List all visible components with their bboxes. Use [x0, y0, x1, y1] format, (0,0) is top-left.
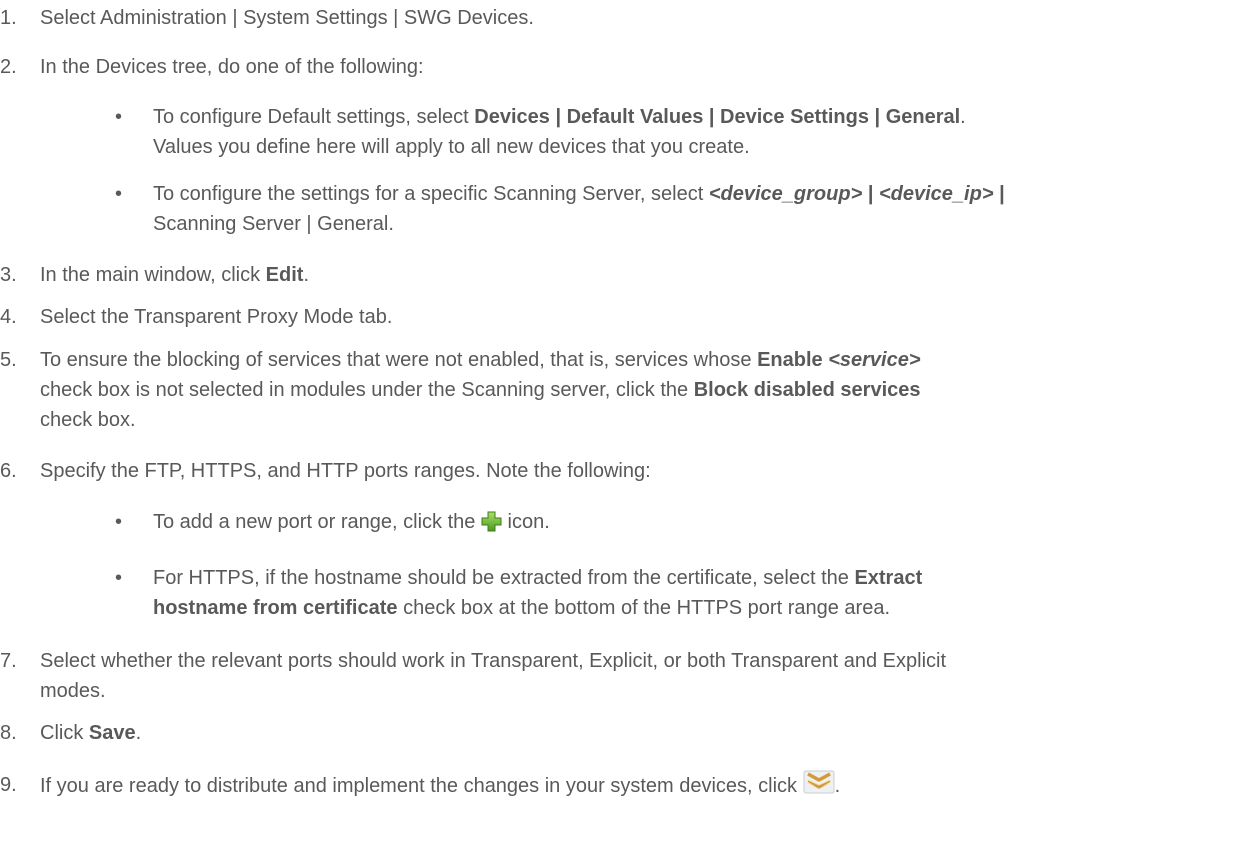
step-number: 8.: [0, 722, 17, 744]
step-text: Select the Transparent Proxy Mode tab.: [40, 306, 393, 328]
bullet-text: For HTTPS, if the hostname should be ext…: [153, 567, 923, 619]
step-number: 2.: [0, 56, 17, 78]
step-4: 4. Select the Transparent Proxy Mode tab…: [0, 302, 1240, 332]
step-8: 8. Click Save.: [0, 718, 1240, 748]
step-2: 2. In the Devices tree, do one of the fo…: [0, 52, 1240, 82]
step-text: Specify the FTP, HTTPS, and HTTP ports r…: [40, 460, 651, 482]
step-1: 1. Select Administration | System Settin…: [0, 3, 1240, 33]
bullet-text: To add a new port or range, click the ic…: [153, 507, 1240, 541]
step-number: 7.: [0, 650, 17, 672]
step-3: 3. In the main window, click Edit.: [0, 260, 1240, 290]
bullet-dot: •: [115, 511, 123, 533]
step-2-bullet-1: • To configure Default settings, select …: [115, 102, 1240, 162]
step-text: In the main window, click Edit.: [40, 264, 309, 286]
step-text: In the Devices tree, do one of the follo…: [40, 56, 424, 78]
bullet-text: To configure Default settings, select De…: [153, 106, 966, 158]
distribute-chevrons-icon: [803, 770, 835, 803]
bullet-dot: •: [115, 183, 123, 205]
step-text: To ensure the blocking of services that …: [40, 349, 921, 431]
step-number: 5.: [0, 349, 17, 371]
step-6-bullet-2: • For HTTPS, if the hostname should be e…: [115, 563, 1240, 623]
bullet-dot: •: [115, 106, 123, 128]
bullet-text: To configure the settings for a specific…: [153, 183, 1005, 235]
procedure-document: 1. Select Administration | System Settin…: [0, 0, 1250, 846]
step-6: 6. Specify the FTP, HTTPS, and HTTP port…: [0, 456, 1240, 486]
step-9: 9. If you are ready to distribute and im…: [0, 770, 1240, 803]
step-number: 4.: [0, 306, 17, 328]
green-plus-icon: [481, 511, 502, 541]
step-text: Click Save.: [40, 722, 142, 744]
step-number: 6.: [0, 460, 17, 482]
bullet-dot: •: [115, 567, 123, 589]
step-5: 5. To ensure the blocking of services th…: [0, 345, 1240, 435]
step-text: Select whether the relevant ports should…: [40, 650, 947, 702]
step-number: 1.: [0, 7, 17, 29]
step-number: 9.: [0, 774, 17, 796]
step-text: Select Administration | System Settings …: [40, 7, 534, 29]
step-number: 3.: [0, 264, 17, 286]
step-7: 7. Select whether the relevant ports sho…: [0, 646, 1240, 706]
step-6-bullet-1: • To add a new port or range, click the …: [115, 507, 1240, 541]
step-text: If you are ready to distribute and imple…: [40, 770, 1240, 803]
step-2-bullet-2: • To configure the settings for a specif…: [115, 179, 1240, 239]
